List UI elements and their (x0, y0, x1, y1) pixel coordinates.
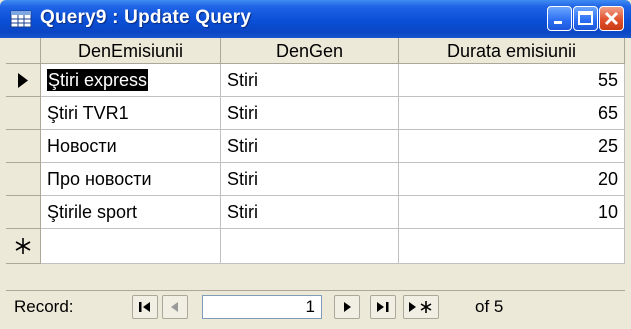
select-all-corner[interactable] (6, 38, 41, 64)
table-cell-durata[interactable]: 10 (399, 196, 625, 229)
table-cell-denemisiunii[interactable]: Ştiri express (41, 64, 221, 97)
minimize-button[interactable] (547, 6, 572, 31)
last-record-icon (377, 302, 389, 312)
query-window: Query9 : Update Query DenEmisiunii DenGe… (0, 0, 631, 329)
maximize-icon (578, 11, 593, 25)
table-cell-dengen[interactable]: Stiri (221, 64, 399, 97)
next-record-button[interactable] (334, 295, 360, 319)
current-record-input[interactable]: 1 (202, 295, 322, 319)
column-header-durata-emisiunii[interactable]: Durata emisiunii (399, 38, 625, 64)
next-record-icon (344, 302, 351, 312)
new-record-cell-dengen[interactable] (221, 229, 399, 264)
new-record-button[interactable] (403, 295, 439, 319)
minimize-icon (554, 21, 562, 24)
table-cell-denemisiunii[interactable]: Новости (41, 130, 221, 163)
maximize-button[interactable] (573, 6, 598, 31)
table-cell-durata[interactable]: 20 (399, 163, 625, 196)
new-record-asterisk-icon (15, 238, 31, 254)
previous-record-button[interactable] (162, 295, 188, 319)
first-record-icon (139, 302, 150, 312)
new-record-cell-durata[interactable] (399, 229, 625, 264)
table-cell-dengen[interactable]: Stiri (221, 97, 399, 130)
table-cell-durata[interactable]: 55 (399, 64, 625, 97)
datasheet-icon (10, 9, 32, 29)
record-navigator: Record: 1 of 5 (6, 290, 625, 324)
previous-record-icon (171, 302, 178, 312)
current-record-arrow-icon (18, 73, 28, 88)
table-cell-dengen[interactable]: Stiri (221, 130, 399, 163)
new-record-cell-denemisiunii[interactable] (41, 229, 221, 264)
title-bar[interactable]: Query9 : Update Query (0, 0, 631, 38)
row-selector[interactable] (6, 130, 41, 163)
record-count: of 5 (475, 297, 504, 316)
row-selector[interactable] (6, 163, 41, 196)
table-cell-durata[interactable]: 25 (399, 130, 625, 163)
table-cell-denemisiunii[interactable]: Ştirile sport (41, 196, 221, 229)
row-selector-current[interactable] (6, 64, 41, 97)
record-label: Record: (14, 297, 74, 316)
table-cell-durata[interactable]: 65 (399, 97, 625, 130)
first-record-button[interactable] (132, 295, 158, 319)
column-header-dengen[interactable]: DenGen (221, 38, 399, 64)
column-header-denemisiunii[interactable]: DenEmisiunii (41, 38, 221, 64)
close-button[interactable] (599, 6, 624, 31)
row-selector[interactable] (6, 97, 41, 130)
table-cell-denemisiunii[interactable]: Ştiri TVR1 (41, 97, 221, 130)
window-title: Query9 : Update Query (40, 7, 252, 28)
datasheet-grid: DenEmisiunii DenGen Durata emisiunii Şti… (6, 38, 625, 264)
last-record-button[interactable] (370, 295, 396, 319)
cell-text-selected: Ştiri express (47, 69, 149, 91)
new-record-icon (409, 301, 432, 313)
table-cell-denemisiunii[interactable]: Про новости (41, 163, 221, 196)
close-icon (604, 11, 619, 26)
row-selector[interactable] (6, 196, 41, 229)
table-cell-dengen[interactable]: Stiri (221, 163, 399, 196)
table-cell-dengen[interactable]: Stiri (221, 196, 399, 229)
row-selector-new-record[interactable] (6, 229, 41, 264)
